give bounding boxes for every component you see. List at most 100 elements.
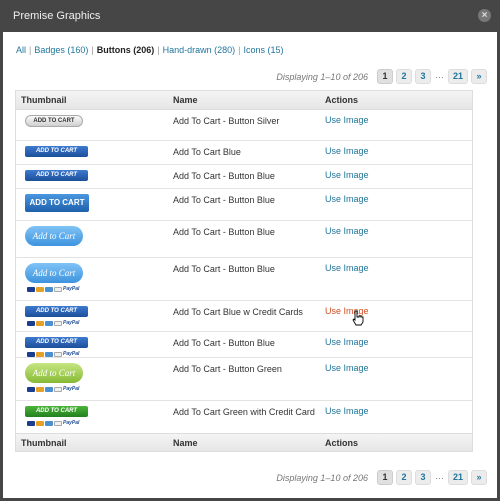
actions-cell: Use Image — [323, 141, 472, 164]
displaying-count: Displaying 1–10 of 206 — [276, 472, 368, 483]
use-image-link[interactable]: Use Image — [325, 170, 369, 180]
use-image-link[interactable]: Use Image — [325, 226, 369, 236]
filter-all[interactable]: All — [16, 45, 26, 55]
graphic-name: Add To Cart Blue w Credit Cards — [173, 307, 303, 317]
disc-card-icon — [54, 421, 62, 426]
use-image-link[interactable]: Use Image — [325, 194, 369, 204]
visa-card-icon — [27, 421, 35, 426]
mc-card-icon — [36, 421, 44, 426]
close-icon[interactable]: × — [478, 9, 491, 22]
filter-buttons[interactable]: Buttons (206) — [97, 45, 155, 55]
thumbnail-cell: ADD TO CART PayPal — [16, 401, 171, 433]
disc-card-icon — [54, 321, 62, 326]
credit-cards-strip: PayPal — [27, 321, 171, 326]
thumbnail-image: ADD TO CART — [25, 170, 88, 181]
thumbnail-cell: ADD TO CART — [16, 189, 171, 220]
credit-cards-strip: PayPal — [27, 421, 171, 426]
thumbnail-image: Add to Cart — [25, 263, 83, 283]
next-page-button[interactable]: » — [471, 69, 487, 84]
mc-card-icon — [36, 387, 44, 392]
visa-card-icon — [27, 352, 35, 357]
page-button-21[interactable]: 21 — [447, 470, 468, 485]
table-row: ADD TO CART PayPal Add To Cart - Button Bl… — [16, 332, 472, 358]
actions-cell: Use Image — [323, 189, 472, 220]
page-button-1[interactable]: 1 — [376, 69, 393, 84]
visa-card-icon — [27, 321, 35, 326]
column-header-thumbnail: Thumbnail — [21, 95, 67, 105]
table-body: ADD TO CART Add To Cart - Button Silver Us… — [16, 110, 472, 433]
thumbnail-image: ADD TO CART — [25, 115, 83, 127]
graphic-name: Add To Cart - Button Green — [173, 364, 282, 374]
column-footer-actions: Actions — [325, 437, 359, 448]
window-title: Premise Graphics — [13, 10, 101, 22]
graphic-name: Add To Cart - Button Blue — [173, 171, 275, 181]
credit-cards-strip: PayPal — [27, 387, 171, 392]
use-image-link[interactable]: Use Image — [325, 337, 369, 347]
next-page-button[interactable]: » — [471, 470, 487, 485]
actions-cell: Use Image — [323, 165, 472, 188]
thumbnail-image: Add to Cart — [25, 226, 83, 246]
graphic-name: Add To Cart Green with Credit Card — [173, 407, 315, 417]
disc-card-icon — [54, 287, 62, 292]
use-image-link[interactable]: Use Image — [325, 263, 369, 273]
disc-card-icon — [54, 352, 62, 357]
use-image-link[interactable]: Use Image — [325, 406, 369, 416]
pagination-bottom: Displaying 1–10 of 206 1 2 3… 21» — [276, 470, 487, 485]
filter-separator: | — [238, 45, 241, 55]
page-button-1[interactable]: 1 — [376, 470, 393, 485]
amex-card-icon — [45, 352, 53, 357]
use-image-link[interactable]: Use Image — [325, 146, 369, 156]
media-modal-window: Premise Graphics × All | Badges (160) | Butt… — [0, 0, 500, 501]
table-row: ADD TO CART Add To Cart - Button Silver Us… — [16, 110, 472, 141]
page-button-2[interactable]: 2 — [395, 470, 412, 485]
filter-badges[interactable]: Badges (160) — [34, 45, 88, 55]
thumbnail-image: ADD TO CART — [25, 146, 88, 157]
table-row: Add to Cart PayPal Add To Cart - Button Bl… — [16, 258, 472, 301]
pagination-ellipsis: … — [434, 70, 444, 80]
table-row: ADD TO CART PayPal Add To Cart Blue w Cred… — [16, 301, 472, 332]
mc-card-icon — [36, 321, 44, 326]
actions-cell: Use Image — [323, 358, 472, 400]
pagination-top: Displaying 1–10 of 206 1 2 3… 21» — [276, 69, 487, 84]
table-row: Add to Cart PayPal Add To Cart - Button Gr… — [16, 358, 472, 401]
pagination-ellipsis: … — [434, 471, 444, 481]
graphic-name: Add To Cart - Button Blue — [173, 264, 275, 274]
amex-card-icon — [45, 287, 53, 292]
amex-card-icon — [45, 421, 53, 426]
filter-handdrawn[interactable]: Hand-drawn (280) — [163, 45, 236, 55]
paypal-logo: PayPal — [63, 420, 80, 426]
column-header-actions: Actions — [325, 95, 359, 105]
use-image-link[interactable]: Use Image — [325, 115, 369, 125]
column-footer-thumbnail: Thumbnail — [21, 437, 67, 448]
filter-separator: | — [91, 45, 94, 55]
graphic-name: Add To Cart - Button Blue — [173, 227, 275, 237]
page-button-3[interactable]: 3 — [414, 69, 431, 84]
thumbnail-cell: Add to Cart PayPal — [16, 258, 171, 300]
graphic-name: Add To Cart Blue — [173, 147, 241, 157]
thumbnail-cell: Add to Cart PayPal — [16, 358, 171, 400]
mc-card-icon — [36, 352, 44, 357]
actions-cell: Use Image — [323, 332, 472, 357]
graphic-name: Add To Cart - Button Blue — [173, 195, 275, 205]
table-row: ADD TO CART Add To Cart Blue Use Image — [16, 141, 472, 165]
thumbnail-cell: ADD TO CART — [16, 110, 171, 140]
page-button-21[interactable]: 21 — [447, 69, 468, 84]
table-row: Add to Cart Add To Cart - Button Blue Use … — [16, 221, 472, 258]
page-button-3[interactable]: 3 — [414, 470, 431, 485]
actions-cell: Use Image — [323, 301, 472, 331]
thumbnail-cell: Add to Cart — [16, 221, 171, 257]
graphic-name: Add To Cart - Button Silver — [173, 116, 280, 126]
thumbnail-image: ADD TO CART — [25, 306, 88, 317]
paypal-logo: PayPal — [63, 320, 80, 326]
table-footer: Thumbnail Name Actions — [16, 433, 472, 451]
visa-card-icon — [27, 387, 35, 392]
page-button-2[interactable]: 2 — [395, 69, 412, 84]
graphics-table: Thumbnail Name Actions ADD TO CART Add To… — [15, 90, 473, 452]
use-image-link[interactable]: Use Image — [325, 363, 369, 373]
column-footer-name: Name — [173, 437, 198, 448]
amex-card-icon — [45, 321, 53, 326]
filter-separator: | — [157, 45, 160, 55]
table-row: ADD TO CART PayPal Add To Cart Green with … — [16, 401, 472, 433]
filter-icons[interactable]: Icons (15) — [244, 45, 284, 55]
content-panel: All | Badges (160) | Buttons (206) | Hand-draw… — [3, 32, 497, 498]
